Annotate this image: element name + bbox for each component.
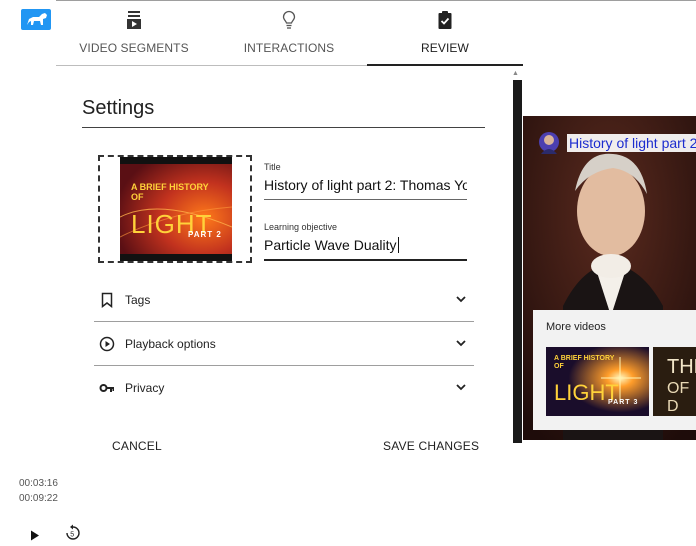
accordion-tags[interactable]: Tags — [94, 278, 474, 322]
objective-input[interactable]: Particle Wave Duality — [264, 237, 467, 253]
accordion-label: Privacy — [125, 381, 165, 395]
tab-interactions[interactable]: INTERACTIONS — [211, 0, 367, 64]
objective-label: Learning objective — [264, 222, 338, 232]
more-video-part-label: PART 3 — [608, 399, 639, 406]
save-changes-button[interactable]: SAVE CHANGES — [383, 439, 479, 453]
accordion-privacy[interactable]: Privacy — [94, 366, 474, 410]
scrollbar[interactable] — [513, 80, 522, 443]
play-button[interactable] — [30, 528, 40, 546]
tab-review[interactable]: REVIEW — [367, 0, 523, 64]
accordion-playback-options[interactable]: Playback options — [94, 322, 474, 366]
active-tab-indicator — [367, 64, 523, 66]
key-icon — [99, 384, 114, 392]
avatar-icon — [539, 132, 559, 154]
chevron-down-icon — [456, 340, 466, 347]
current-time: 00:03:16 — [19, 478, 58, 489]
player-video-title[interactable]: History of light part 2: — [567, 134, 696, 152]
replay-5-icon: 5 — [66, 524, 80, 540]
tab-label: INTERACTIONS — [243, 41, 335, 55]
scroll-up-icon[interactable]: ▲ — [512, 70, 519, 77]
app-logo[interactable] — [21, 9, 51, 30]
video-thumbnail[interactable]: A BRIEF HISTORY OF LIGHT PART 2 — [120, 157, 232, 261]
channel-avatar[interactable] — [538, 128, 560, 158]
more-video2-text-line2: OF D — [667, 380, 690, 415]
tab-label: REVIEW — [421, 41, 469, 55]
thumbnail-part-label: PART 2 — [188, 230, 222, 239]
objective-underline — [264, 259, 467, 261]
cancel-button[interactable]: CANCEL — [112, 439, 162, 453]
thumbnail-text-line1: A BRIEF HISTORY — [131, 182, 209, 192]
more-video-thumbnail[interactable]: A BRIEF HISTORY OF LIGHT PART 3 — [546, 347, 649, 416]
play-circle-icon — [99, 336, 115, 352]
tab-label: VIDEO SEGMENTS — [79, 41, 189, 55]
dog-logo-icon — [27, 13, 47, 25]
play-icon — [31, 530, 39, 541]
title-underline — [264, 199, 467, 200]
objective-value: Particle Wave Duality — [264, 237, 397, 253]
replay-5-button[interactable]: 5 — [65, 524, 81, 546]
text-cursor — [397, 237, 399, 253]
video-segments-icon — [127, 11, 141, 29]
accordion-label: Playback options — [125, 337, 216, 351]
accordion-label: Tags — [125, 293, 151, 307]
settings-divider — [82, 127, 485, 128]
settings-heading: Settings — [82, 97, 155, 119]
title-label: Title — [264, 162, 281, 172]
tab-video-segments[interactable]: VIDEO SEGMENTS — [56, 0, 212, 64]
bookmark-icon — [101, 292, 113, 308]
more-video-thumbnail-2[interactable]: THE OF D — [653, 347, 696, 416]
svg-text:5: 5 — [70, 532, 74, 539]
more-video-text-line1: A BRIEF HISTORY — [554, 355, 615, 362]
more-video-text-line2: OF — [554, 363, 564, 370]
chevron-down-icon — [456, 296, 466, 303]
total-time: 00:09:22 — [19, 493, 58, 504]
chevron-down-icon — [456, 384, 466, 391]
title-input[interactable]: History of light part 2: Thomas Young an… — [264, 177, 467, 193]
lightbulb-icon — [282, 10, 296, 29]
more-videos-label: More videos — [546, 321, 606, 333]
more-video2-text-line1: THE — [667, 356, 696, 378]
clipboard-check-icon — [438, 11, 452, 29]
thumbnail-text-line2: OF — [131, 192, 144, 202]
